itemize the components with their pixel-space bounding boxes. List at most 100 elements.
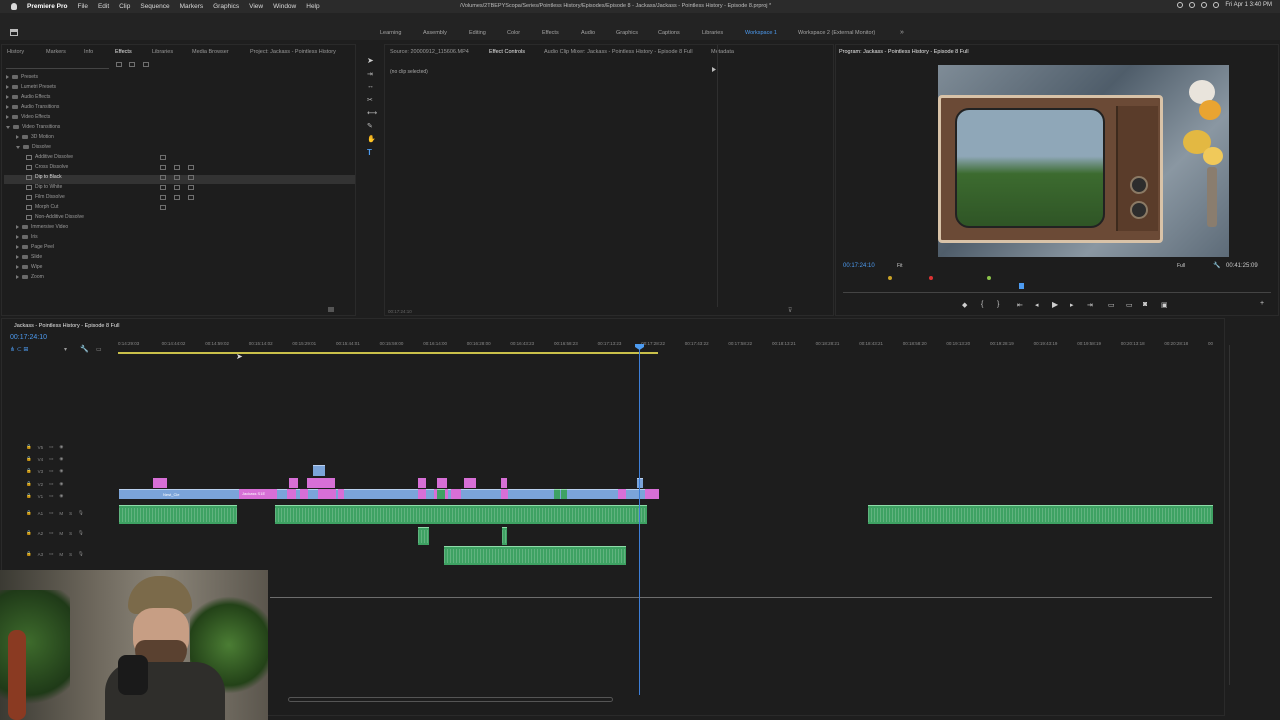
solo-button[interactable]: S	[69, 531, 72, 536]
menu-app-name[interactable]: Premiere Pro	[27, 3, 67, 10]
compare-icon[interactable]: ▣	[1161, 301, 1168, 309]
sync-icon[interactable]: ▭	[49, 493, 53, 499]
eye-icon[interactable]: ◉	[59, 456, 63, 462]
workspace-color[interactable]: Color	[507, 30, 520, 36]
apple-icon[interactable]	[11, 3, 17, 10]
effects-tree-item[interactable]: Zoom	[16, 274, 44, 280]
effects-tree-item[interactable]: Dip to Black	[26, 174, 62, 180]
audio-clip[interactable]	[444, 546, 626, 565]
effects-tree-item[interactable]: Audio Transitions	[6, 104, 59, 110]
extract-icon[interactable]: ▭	[1126, 301, 1133, 309]
pen-icon[interactable]: ✎	[367, 122, 373, 130]
step-back-icon[interactable]: ◂	[1035, 301, 1039, 309]
marker[interactable]	[987, 276, 991, 280]
lock-icon[interactable]: 🔒	[26, 493, 32, 499]
effects-search-input[interactable]	[6, 61, 109, 69]
tab-media-browser[interactable]: Media Browser	[192, 49, 229, 55]
effects-tree-item[interactable]: Dissolve	[16, 144, 51, 150]
chevron-right-icon[interactable]	[6, 85, 9, 89]
sync-icon[interactable]: ▭	[49, 551, 53, 557]
effects-tree-item[interactable]: Dip to White	[26, 184, 62, 190]
effects-tree-item[interactable]: Video Effects	[6, 114, 50, 120]
effects-tree-item[interactable]: Additive Dissolve	[26, 154, 73, 160]
clock[interactable]: Fri Apr 1 3:40 PM	[1225, 2, 1272, 8]
track-name[interactable]: V3	[38, 469, 44, 474]
video-clip[interactable]	[418, 489, 426, 499]
slip-icon[interactable]: ⟷	[367, 109, 377, 117]
video-clip[interactable]	[501, 478, 507, 488]
eye-icon[interactable]: ◉	[59, 493, 63, 499]
solo-button[interactable]: S	[69, 552, 72, 557]
effects-tree-item[interactable]: Slide	[16, 254, 42, 260]
menu-sequence[interactable]: Sequence	[140, 3, 169, 10]
track-name[interactable]: A2	[38, 531, 44, 536]
program-timecode[interactable]: 00:17:24:10	[843, 263, 875, 269]
menu-edit[interactable]: Edit	[98, 3, 109, 10]
chevron-right-icon[interactable]	[6, 105, 9, 109]
quality-dropdown[interactable]: Full	[1177, 263, 1185, 269]
play-icon[interactable]: ▶	[1052, 300, 1058, 309]
video-clip[interactable]	[307, 478, 335, 488]
effects-tree-item[interactable]: Page Peel	[16, 244, 54, 250]
lock-icon[interactable]: 🔒	[26, 456, 32, 462]
new-bin-icon[interactable]	[328, 307, 334, 312]
track-name[interactable]: V4	[38, 457, 44, 462]
audio-clip[interactable]	[275, 505, 647, 524]
sync-icon[interactable]: ▭	[49, 530, 53, 536]
effects-tree-item[interactable]: Presets	[6, 74, 38, 80]
sync-icon[interactable]: ▭	[49, 444, 53, 450]
mic-icon[interactable]: 🎙	[78, 551, 84, 557]
ripple-edit-icon[interactable]: ↔	[367, 83, 374, 90]
effects-tree-item[interactable]: Non-Additive Dissolve	[26, 214, 84, 220]
track-name[interactable]: V5	[38, 445, 44, 450]
video-clip[interactable]	[313, 465, 325, 476]
chevron-right-icon[interactable]	[16, 265, 19, 269]
track-name[interactable]: A3	[38, 552, 44, 557]
video-clip[interactable]	[418, 478, 426, 488]
workspace-captions[interactable]: Captions	[658, 30, 680, 36]
effects-tree-item[interactable]: 3D Motion	[16, 134, 54, 140]
video-clip[interactable]	[287, 489, 296, 499]
tab-project[interactable]: Project: Jackass - Pointless History	[250, 49, 336, 55]
sync-icon[interactable]: ▭	[49, 456, 53, 462]
program-scrubber[interactable]	[843, 287, 1271, 293]
audio-clip[interactable]	[502, 527, 507, 545]
effects-tree-item[interactable]: Cross Dissolve	[26, 164, 68, 170]
tab-libraries[interactable]: Libraries	[152, 49, 173, 55]
audio-clip[interactable]	[418, 527, 429, 545]
eye-icon[interactable]: ◉	[59, 444, 63, 450]
effects-tree-item[interactable]: Iris	[16, 234, 38, 240]
tab-source[interactable]: Source: 20000912_115606.MP4	[390, 49, 469, 55]
video-clip[interactable]	[561, 489, 567, 499]
yuv-effects-icon[interactable]	[143, 62, 149, 67]
video-clip[interactable]	[437, 489, 445, 499]
snap-icon[interactable]: ⋔ ⊂ ⊞	[10, 346, 28, 353]
lock-icon[interactable]: 🔒	[26, 551, 32, 557]
program-title[interactable]: Program: Jackass - Pointless History - E…	[839, 49, 969, 55]
workspace-graphics[interactable]: Graphics	[616, 30, 638, 36]
tab-info[interactable]: Info	[84, 49, 93, 55]
hand-icon[interactable]: ✋	[367, 135, 376, 143]
eye-icon[interactable]: ◉	[59, 481, 63, 487]
mute-button[interactable]: M	[59, 552, 63, 557]
workspace-learning[interactable]: Learning	[380, 30, 401, 36]
video-clip[interactable]	[437, 478, 447, 488]
workspace-1[interactable]: Workspace 1	[745, 30, 777, 36]
track-name[interactable]: A1	[38, 511, 44, 516]
tab-effect-controls[interactable]: Effect Controls	[489, 49, 525, 55]
lock-icon[interactable]: 🔒	[26, 510, 32, 516]
chevron-down-icon[interactable]	[16, 145, 20, 149]
captions-icon[interactable]: ▭	[96, 346, 102, 353]
audio-clip[interactable]	[868, 505, 1213, 524]
add-marker-icon[interactable]: ◆	[962, 301, 967, 309]
track-name[interactable]: V2	[38, 482, 44, 487]
sync-icon[interactable]: ▭	[49, 481, 53, 487]
menu-markers[interactable]: Markers	[180, 3, 203, 10]
video-clip[interactable]	[318, 489, 336, 499]
mark-in-icon[interactable]: {	[981, 301, 983, 308]
video-clip[interactable]	[300, 489, 308, 499]
timeline-timecode[interactable]: 00:17:24:10	[10, 334, 47, 341]
effects-tree-item[interactable]: Morph Cut	[26, 204, 58, 210]
chevron-right-icon[interactable]	[16, 235, 19, 239]
menu-help[interactable]: Help	[306, 3, 319, 10]
